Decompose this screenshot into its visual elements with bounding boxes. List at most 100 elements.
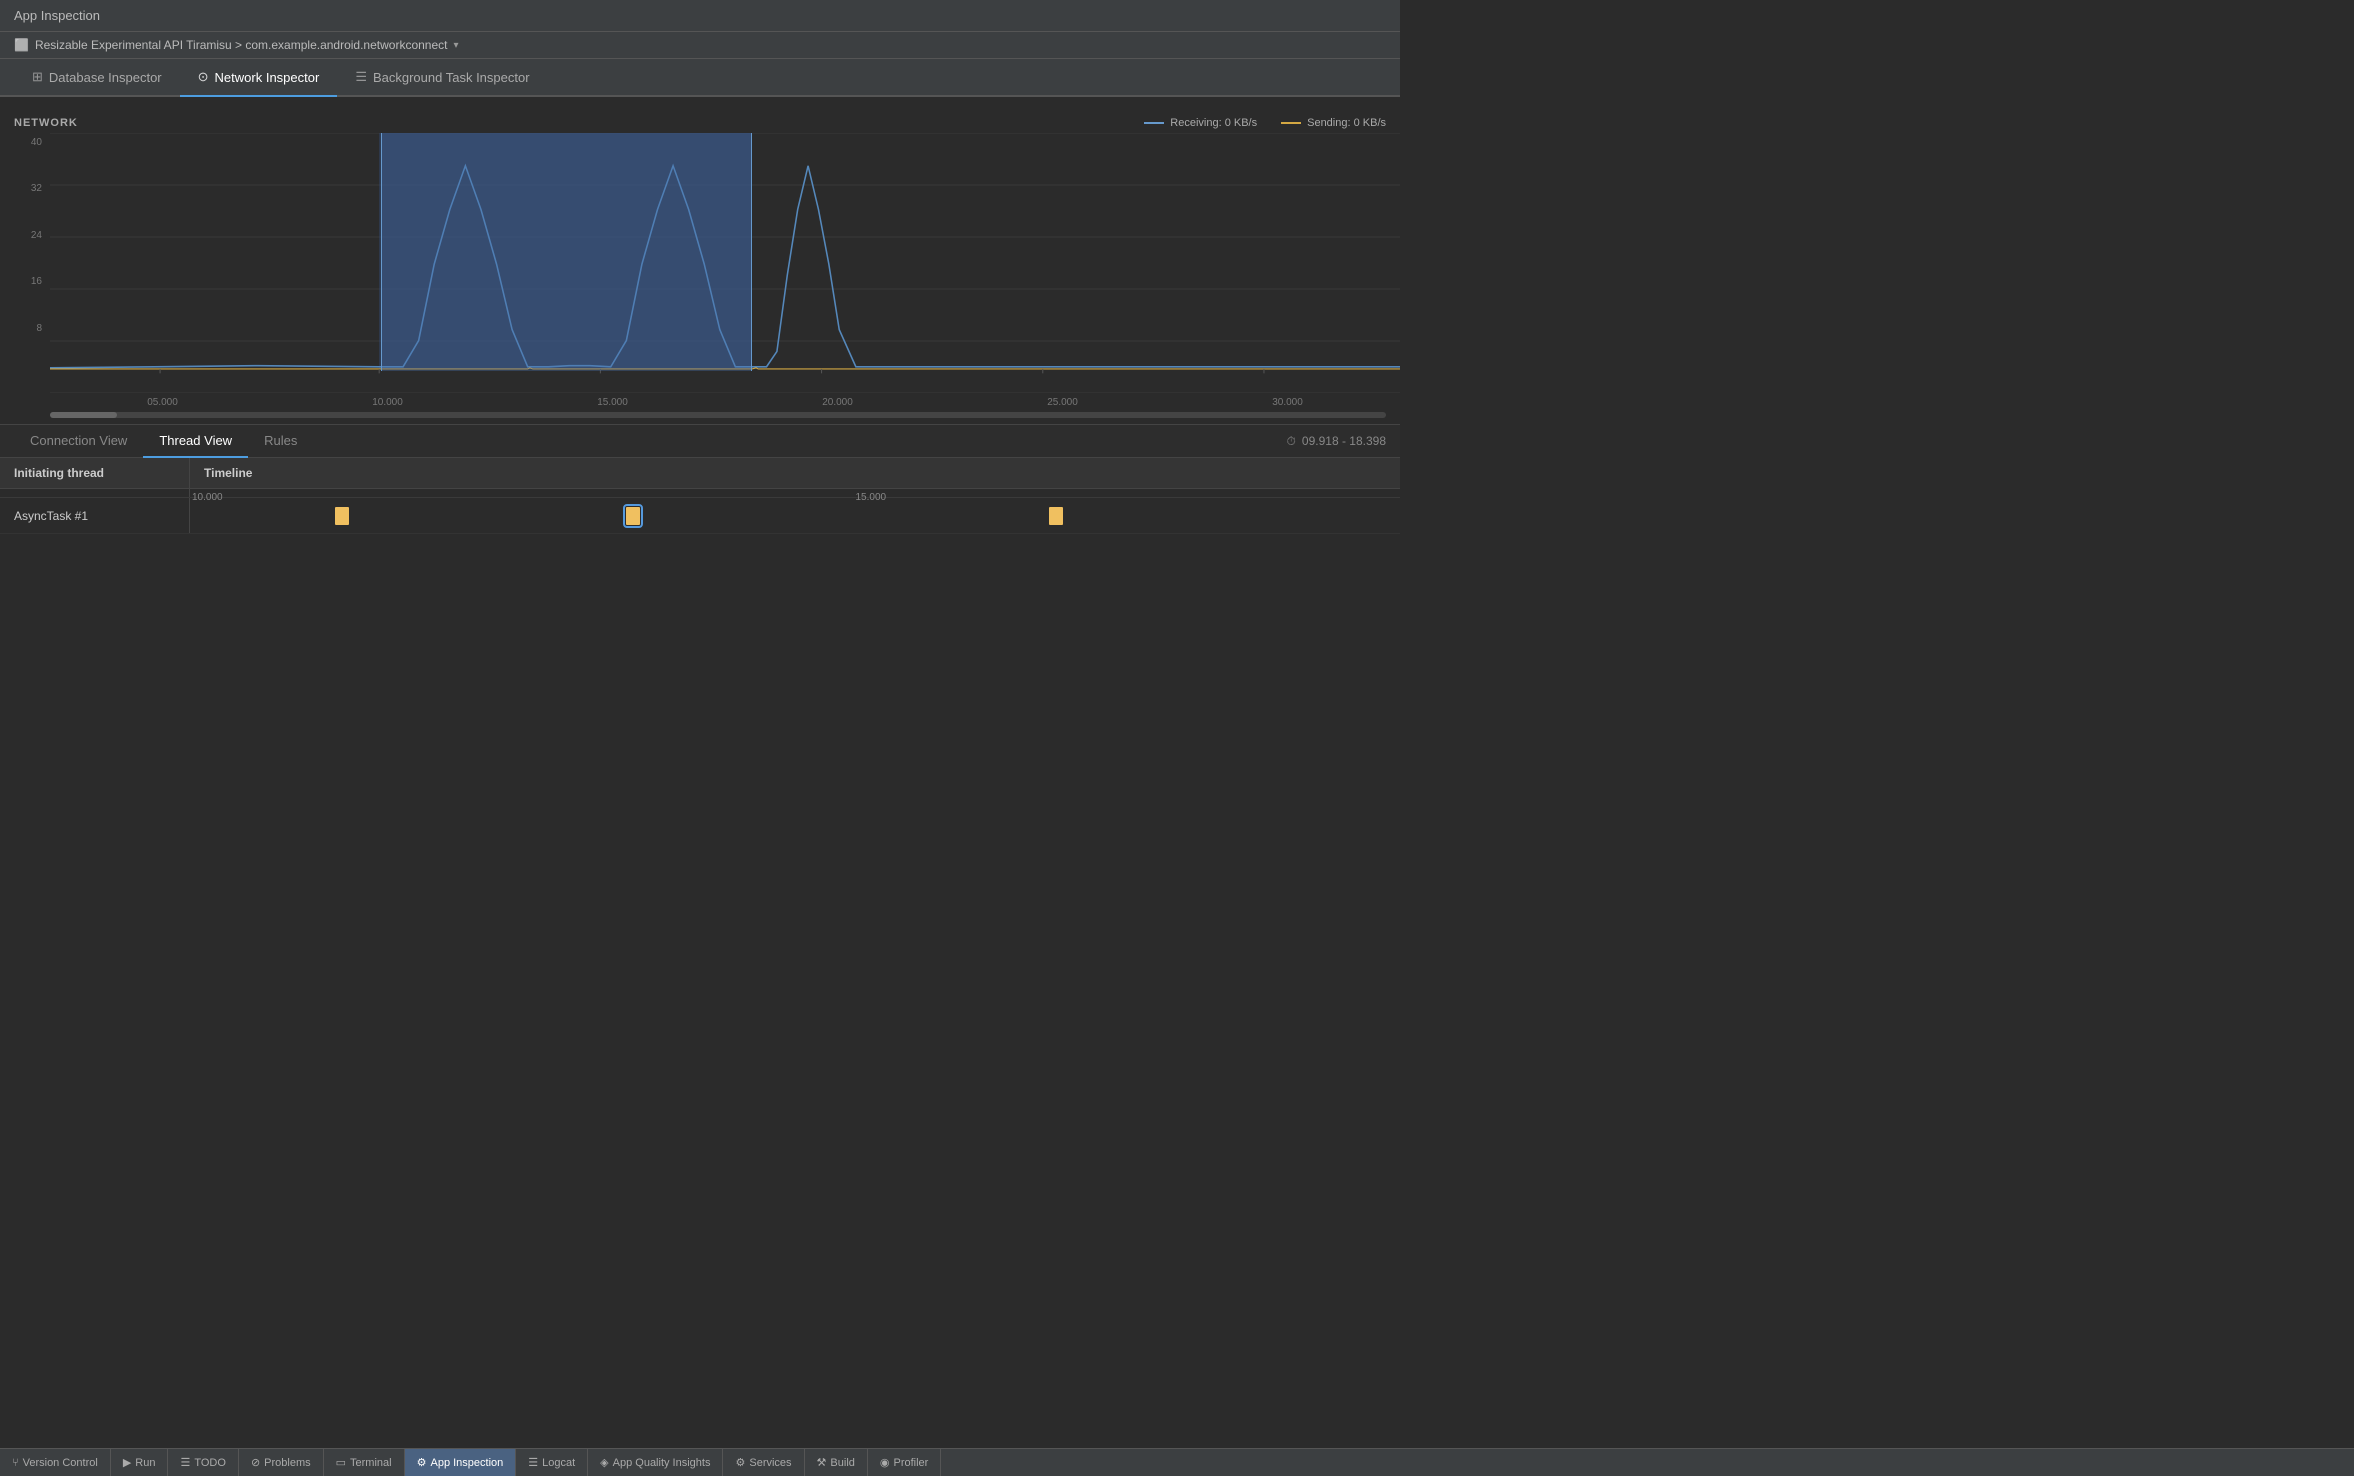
x-tick-25: 25.000 [950,397,1175,408]
problems-icon: ⊘ [251,1456,260,1469]
device-icon: ⬜ [14,38,29,52]
version-control-icon: ⑂ [12,1457,19,1469]
status-version-control[interactable]: ⑂ Version Control [0,1449,111,1476]
clock-icon: ⏱ [1287,434,1296,449]
profiler-icon: ◉ [880,1456,890,1469]
tab-network-label: Network Inspector [215,70,320,85]
device-bar: ⬜ Resizable Experimental API Tiramisu > … [0,32,1400,59]
network-chart-section: NETWORK Receiving: 0 KB/s Sending: 0 KB/… [0,107,1400,424]
todo-label: TODO [194,1457,226,1469]
tab-background-label: Background Task Inspector [373,70,530,85]
todo-icon: ☰ [180,1456,190,1469]
status-run[interactable]: ▶ Run [111,1449,169,1476]
app-quality-label: App Quality Insights [613,1457,711,1469]
chart-legend: Receiving: 0 KB/s Sending: 0 KB/s [1144,117,1386,129]
legend-receiving-label: Receiving: 0 KB/s [1170,117,1257,129]
tab-bar: ⊞ Database Inspector ⊙ Network Inspector… [0,59,1400,97]
database-icon: ⊞ [32,69,43,85]
table-section: Initiating thread Timeline 10.000 15.000… [0,458,1400,734]
receiving-line-icon [1144,122,1164,124]
network-chart-title: NETWORK [14,117,78,129]
status-logcat[interactable]: ☰ Logcat [516,1449,588,1476]
sub-col-timeline: 10.000 15.000 [190,489,1400,497]
scrollbar-container[interactable] [0,408,1400,424]
scrollbar-thumb[interactable] [50,412,117,418]
legend-sending: Sending: 0 KB/s [1281,117,1386,129]
x-tick-05: 05.000 [50,397,275,408]
chart-area[interactable] [50,133,1400,393]
y-tick-8: 8 [14,323,42,334]
table-header: Initiating thread Timeline [0,458,1400,489]
legend-sending-label: Sending: 0 KB/s [1307,117,1386,129]
logcat-icon: ☰ [528,1456,538,1469]
tab-connection-label: Connection View [30,433,127,448]
task-block-3[interactable] [1049,507,1063,525]
timeline-row[interactable] [190,498,1400,533]
status-profiler[interactable]: ◉ Profiler [868,1449,941,1476]
app-quality-icon: ◈ [600,1456,608,1469]
network-icon: ⊙ [198,69,209,85]
problems-label: Problems [264,1457,310,1469]
chart-svg [50,133,1400,393]
col-thread-header: Initiating thread [0,458,190,488]
tab-rules-label: Rules [264,433,297,448]
tab-network[interactable]: ⊙ Network Inspector [180,59,338,97]
run-label: Run [135,1457,155,1469]
x-tick-30: 30.000 [1175,397,1400,408]
sub-col-thread [0,489,190,497]
table-row: AsyncTask #1 [0,498,1400,534]
status-problems[interactable]: ⊘ Problems [239,1449,324,1476]
tab-rules[interactable]: Rules [248,425,313,458]
title-bar: App Inspection [0,0,1400,32]
status-app-quality[interactable]: ◈ App Quality Insights [588,1449,723,1476]
status-app-inspection[interactable]: ⚙ App Inspection [405,1449,517,1476]
tab-database-label: Database Inspector [49,70,162,85]
tab-database[interactable]: ⊞ Database Inspector [14,59,180,97]
app-inspection-title: App Inspection [14,8,100,23]
services-icon: ⚙ [735,1456,745,1469]
time-range-value: 09.918 - 18.398 [1302,434,1386,448]
status-services[interactable]: ⚙ Services [723,1449,804,1476]
run-icon: ▶ [123,1456,131,1469]
sending-line-icon [1281,122,1301,124]
time-range: ⏱ 09.918 - 18.398 [1287,434,1386,449]
status-build[interactable]: ⚒ Build [805,1449,868,1476]
status-todo[interactable]: ☰ TODO [168,1449,238,1476]
legend-receiving: Receiving: 0 KB/s [1144,117,1257,129]
col-timeline-header: Timeline [190,458,1400,488]
y-tick-16: 16 [14,276,42,287]
status-bar: ⑂ Version Control ▶ Run ☰ TODO ⊘ Problem… [0,1448,2354,1476]
x-tick-15: 15.000 [500,397,725,408]
task-block-2-selected[interactable] [626,507,640,525]
view-tabs-bar: Connection View Thread View Rules ⏱ 09.9… [0,424,1400,458]
status-terminal[interactable]: ▭ Terminal [324,1449,405,1476]
build-icon: ⚒ [817,1456,827,1469]
profiler-label: Profiler [894,1457,929,1469]
task-block-1[interactable] [335,507,349,525]
logcat-label: Logcat [542,1457,575,1469]
y-tick-24: 24 [14,230,42,241]
tab-thread-view[interactable]: Thread View [143,425,248,458]
services-label: Services [749,1457,791,1469]
table-subheader: 10.000 15.000 [0,489,1400,498]
device-name[interactable]: Resizable Experimental API Tiramisu > co… [35,38,448,52]
scrollbar-track[interactable] [50,412,1386,418]
version-control-label: Version Control [23,1457,98,1469]
background-icon: ☰ [355,69,367,85]
y-tick-40: 40 [14,137,42,148]
build-label: Build [830,1457,854,1469]
y-axis: 40 32 24 16 8 [0,133,50,393]
y-tick-32: 32 [14,183,42,194]
thread-name-asynctask: AsyncTask #1 [0,498,190,533]
chart-container[interactable]: 40 32 24 16 8 [0,133,1400,393]
empty-timeline-area [0,534,1400,734]
tab-thread-label: Thread View [159,433,232,448]
app-inspection-icon: ⚙ [417,1456,427,1469]
chevron-down-icon[interactable]: ▾ [453,40,458,51]
terminal-icon: ▭ [336,1456,346,1469]
tab-background[interactable]: ☰ Background Task Inspector [337,59,547,97]
tab-connection-view[interactable]: Connection View [14,425,143,458]
app-inspection-label: App Inspection [430,1457,503,1469]
terminal-label: Terminal [350,1457,392,1469]
x-tick-10: 10.000 [275,397,500,408]
